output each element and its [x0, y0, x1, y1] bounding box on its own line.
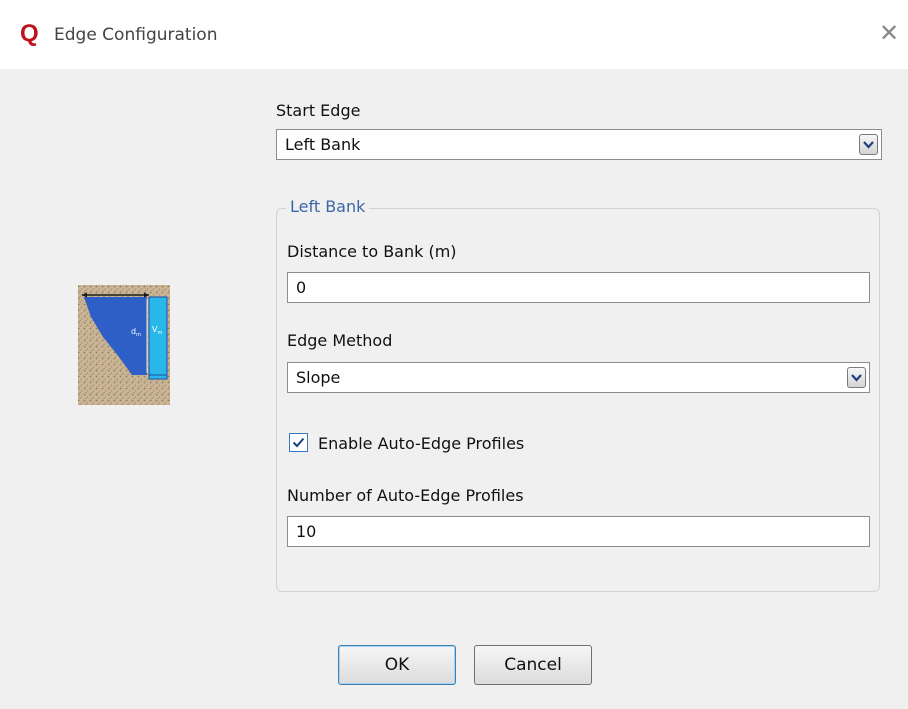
- window-title: Edge Configuration: [54, 25, 218, 45]
- group-title: Left Bank: [286, 197, 370, 217]
- auto-edge-checkbox[interactable]: [289, 433, 308, 452]
- auto-edge-label[interactable]: Enable Auto-Edge Profiles: [318, 434, 524, 454]
- start-edge-select[interactable]: Left Bank: [276, 129, 882, 160]
- edge-method-value: Slope: [296, 368, 341, 387]
- edge-slope-illustration: dm Vm: [78, 285, 170, 405]
- chevron-down-icon[interactable]: [847, 367, 866, 388]
- num-profiles-value: 10: [296, 522, 317, 541]
- distance-value: 0: [296, 278, 307, 297]
- ok-button[interactable]: OK: [338, 645, 456, 685]
- velocity-gauge: [148, 296, 168, 380]
- distance-label: Distance to Bank (m): [287, 242, 457, 261]
- num-profiles-label: Number of Auto-Edge Profiles: [287, 486, 524, 505]
- title-bar: Q Edge Configuration ✕: [0, 0, 908, 69]
- chevron-down-icon[interactable]: [859, 134, 878, 155]
- distance-field[interactable]: 0: [287, 272, 870, 303]
- checkmark-icon: [292, 437, 305, 448]
- start-edge-label: Start Edge: [276, 101, 361, 120]
- cancel-button[interactable]: Cancel: [474, 645, 592, 685]
- num-profiles-field[interactable]: 10: [287, 516, 870, 547]
- edge-method-label: Edge Method: [287, 331, 393, 350]
- close-icon[interactable]: ✕: [876, 20, 902, 46]
- edge-method-select[interactable]: Slope: [287, 362, 870, 393]
- start-edge-value: Left Bank: [285, 135, 361, 154]
- app-q-icon: Q: [20, 20, 39, 47]
